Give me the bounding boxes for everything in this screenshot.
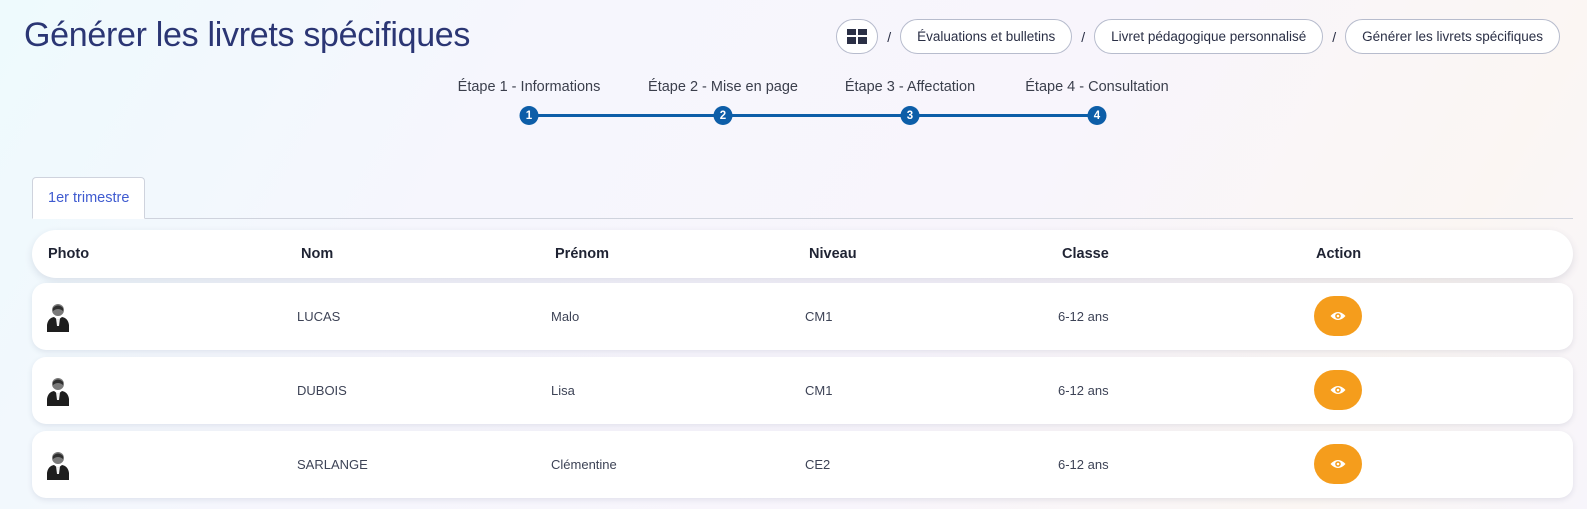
user-avatar-icon — [47, 452, 69, 480]
cell-prenom: Clémentine — [551, 457, 617, 472]
tab-bar: 1er trimestre — [32, 177, 1573, 219]
tab-1er-trimestre[interactable]: 1er trimestre — [32, 177, 146, 219]
column-header-action: Action — [1316, 246, 1362, 262]
cell-niveau: CM1 — [805, 383, 833, 398]
cell-nom: LUCAS — [297, 309, 341, 324]
cell-nom: DUBOIS — [297, 383, 347, 398]
cell-classe: 6-12 ans — [1058, 309, 1109, 324]
cell-classe: 6-12 ans — [1058, 457, 1109, 472]
step-4-label: Étape 4 - Consultation — [1025, 79, 1169, 95]
step-4-indicator[interactable]: 4 — [1087, 106, 1107, 125]
column-header-nom[interactable]: Nom — [301, 230, 333, 278]
cell-niveau: CE2 — [805, 457, 831, 472]
view-button[interactable] — [1314, 444, 1362, 484]
step-1-indicator[interactable]: 1 — [519, 106, 539, 125]
table-row: DUBOIS Lisa CM1 6-12 ans — [32, 357, 1573, 424]
user-avatar-icon — [47, 304, 69, 332]
cell-prenom: Lisa — [551, 383, 575, 398]
cell-niveau: CM1 — [805, 309, 833, 324]
table-row: LUCAS Malo CM1 6-12 ans — [32, 283, 1573, 350]
cell-classe: 6-12 ans — [1058, 383, 1109, 398]
step-1-label: Étape 1 - Informations — [457, 79, 601, 95]
column-header-niveau[interactable]: Niveau — [809, 230, 857, 278]
cell-nom: SARLANGE — [297, 457, 368, 472]
column-header-classe[interactable]: Classe — [1062, 230, 1109, 278]
view-button[interactable] — [1314, 296, 1362, 336]
table-header: Photo Nom Prénom Niveau Classe Action — [32, 230, 1573, 278]
step-2-label: Étape 2 - Mise en page — [648, 79, 798, 95]
step-2-indicator[interactable]: 2 — [713, 106, 733, 125]
table-row: SARLANGE Clémentine CE2 6-12 ans — [32, 431, 1573, 498]
column-header-prenom[interactable]: Prénom — [555, 230, 609, 278]
stepper: Étape 1 - Informations 1 Étape 2 - Mise … — [0, 0, 1587, 140]
step-3-label: Étape 3 - Affectation — [844, 79, 976, 95]
stepper-track — [529, 114, 1097, 117]
view-button[interactable] — [1314, 370, 1362, 410]
step-3-indicator[interactable]: 3 — [900, 106, 920, 125]
eye-icon — [1330, 386, 1346, 394]
user-avatar-icon — [47, 378, 69, 406]
eye-icon — [1330, 460, 1346, 468]
column-header-photo: Photo — [48, 246, 90, 262]
cell-prenom: Malo — [551, 309, 580, 324]
eye-icon — [1330, 312, 1346, 320]
